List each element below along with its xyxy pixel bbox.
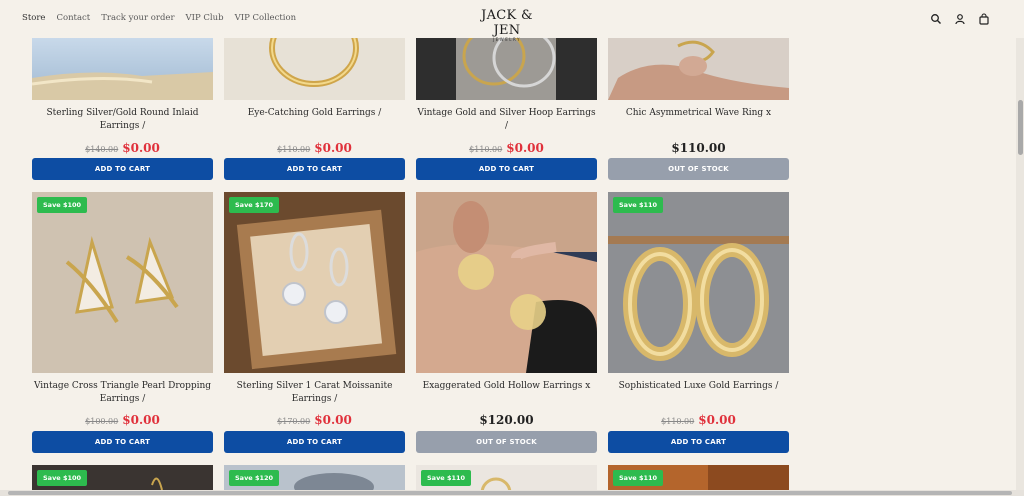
- horizontal-scrollbar[interactable]: [0, 490, 1024, 496]
- price-block: $110.00: [608, 137, 789, 156]
- add-to-cart-button[interactable]: ADD TO CART: [224, 158, 405, 180]
- save-badge: Save $100: [37, 470, 88, 486]
- nav-contact[interactable]: Contact: [56, 13, 90, 23]
- original-price: $110.00: [469, 145, 503, 154]
- product-title[interactable]: Vintage Cross Triangle Pearl Dropping Ea…: [32, 380, 213, 406]
- logo-subtitle: JEWELRY: [493, 37, 521, 42]
- out-of-stock-button[interactable]: OUT OF STOCK: [416, 431, 597, 453]
- add-to-cart-button[interactable]: ADD TO CART: [32, 158, 213, 180]
- add-to-cart-button[interactable]: ADD TO CART: [608, 431, 789, 453]
- save-badge: Save $170: [229, 197, 280, 213]
- price-block: $110.00 $0.00: [224, 137, 405, 156]
- product-title[interactable]: Sterling Silver 1 Carat Moissanite Earri…: [224, 380, 405, 406]
- out-of-stock-button[interactable]: OUT OF STOCK: [608, 158, 789, 180]
- vertical-scrollbar[interactable]: [1016, 0, 1024, 496]
- site-logo[interactable]: JACK & JEN JEWELRY: [467, 8, 547, 42]
- product-image[interactable]: Save $170: [224, 192, 405, 373]
- product-image[interactable]: [416, 38, 597, 100]
- product-image[interactable]: Save $100: [32, 192, 213, 373]
- vertical-scroll-thumb[interactable]: [1018, 100, 1023, 155]
- add-to-cart-button[interactable]: ADD TO CART: [224, 431, 405, 453]
- price-block: $110.00 $0.00: [608, 409, 789, 428]
- sale-price: $0.00: [698, 413, 736, 427]
- sale-price: $0.00: [314, 141, 352, 155]
- sale-price: $0.00: [122, 141, 160, 155]
- logo-brand: JACK & JEN: [481, 8, 533, 38]
- price: $120.00: [479, 413, 534, 427]
- sale-price: $0.00: [122, 413, 160, 427]
- product-image[interactable]: [608, 38, 789, 100]
- product-image[interactable]: [224, 38, 405, 100]
- save-badge: Save $100: [37, 197, 88, 213]
- product-title[interactable]: Chic Asymmetrical Wave Ring x: [608, 107, 789, 120]
- sale-price: $0.00: [314, 413, 352, 427]
- nav-vip-club[interactable]: VIP Club: [186, 13, 224, 23]
- product-title[interactable]: Eye-Catching Gold Earrings /: [224, 107, 405, 120]
- product-title[interactable]: Sterling Silver/Gold Round Inlaid Earrin…: [32, 107, 213, 133]
- product-image[interactable]: [416, 192, 597, 373]
- price-block: $110.00 $0.00: [416, 137, 597, 156]
- save-badge: Save $110: [421, 470, 472, 486]
- product-title[interactable]: Sophisticated Luxe Gold Earrings /: [608, 380, 789, 393]
- price-block: $170.00 $0.00: [224, 409, 405, 428]
- product-title[interactable]: Vintage Gold and Silver Hoop Earrings /: [416, 107, 597, 133]
- user-icon[interactable]: [954, 13, 966, 25]
- price-block: $140.00 $0.00: [32, 137, 213, 156]
- add-to-cart-button[interactable]: ADD TO CART: [416, 158, 597, 180]
- product-image[interactable]: Save $110: [608, 192, 789, 373]
- original-price: $110.00: [661, 417, 695, 426]
- nav-vip-collection[interactable]: VIP Collection: [235, 13, 297, 23]
- save-badge: Save $110: [613, 197, 664, 213]
- original-price: $110.00: [277, 145, 311, 154]
- save-badge: Save $110: [613, 470, 664, 486]
- sale-price: $0.00: [506, 141, 544, 155]
- nav-store[interactable]: Store: [22, 13, 45, 23]
- add-to-cart-button[interactable]: ADD TO CART: [32, 431, 213, 453]
- price-block: $100.00 $0.00: [32, 409, 213, 428]
- cart-icon[interactable]: [978, 13, 990, 25]
- price-block: $120.00: [416, 409, 597, 428]
- original-price: $170.00: [277, 417, 311, 426]
- header-actions: [930, 13, 990, 25]
- site-header: Store Contact Track your order VIP Club …: [0, 0, 1024, 42]
- main-nav: Store Contact Track your order VIP Club …: [22, 13, 296, 23]
- product-title[interactable]: Exaggerated Gold Hollow Earrings x: [416, 380, 597, 393]
- price: $110.00: [671, 141, 726, 155]
- nav-track-order[interactable]: Track your order: [101, 13, 174, 23]
- original-price: $100.00: [85, 417, 119, 426]
- save-badge: Save $120: [229, 470, 280, 486]
- original-price: $140.00: [85, 145, 119, 154]
- horizontal-scroll-thumb[interactable]: [8, 491, 1012, 495]
- search-icon[interactable]: [930, 13, 942, 25]
- product-image[interactable]: [32, 38, 213, 100]
